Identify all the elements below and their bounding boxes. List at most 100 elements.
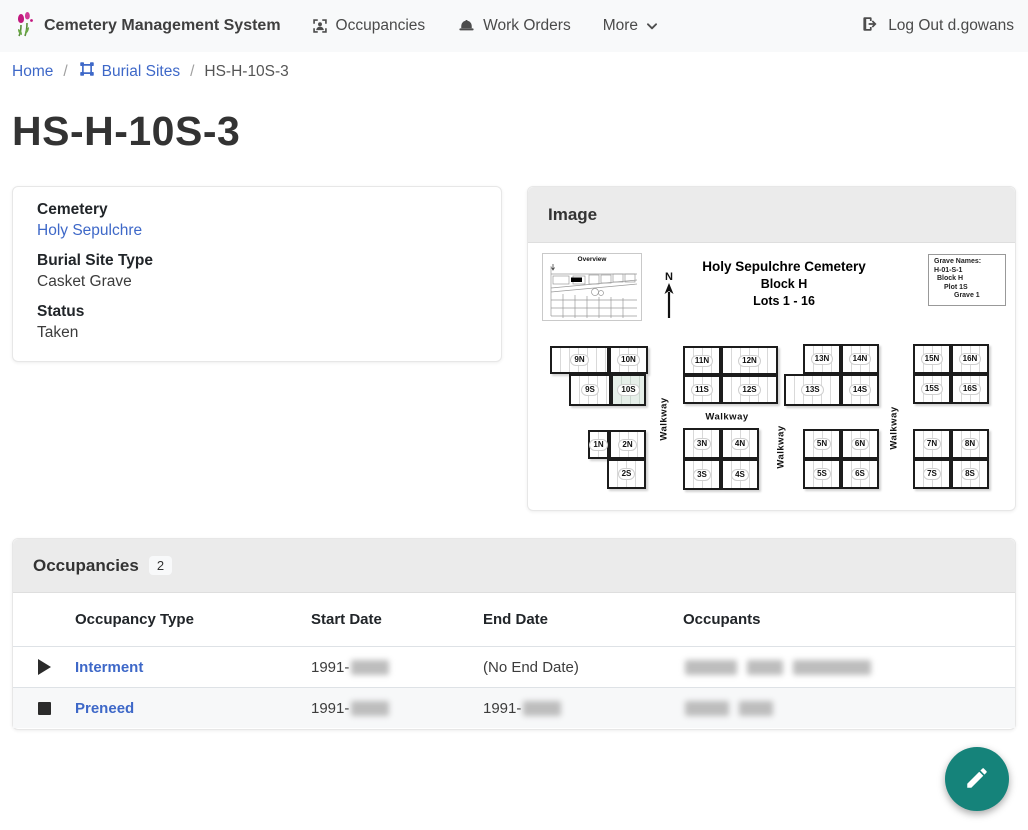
lot-label: 9N [570,354,588,366]
lot-cell-8s[interactable]: 8S [951,459,989,489]
lot-label: 2N [618,439,636,451]
col-occupancy-type: Occupancy Type [75,611,311,628]
lot-cell-3s[interactable]: 3S [683,459,721,490]
lot-cell-6n[interactable]: 6N [841,429,879,459]
lot-cell-11n[interactable]: 11N [683,346,721,375]
occupancy-type-link[interactable]: Interment [75,659,143,676]
lot-cell-13n[interactable]: 13N [803,344,841,374]
burial-site-icon [78,60,96,83]
legend-line: Block H [934,275,1000,284]
lot-label: 16N [959,353,982,365]
occupancy-type-link[interactable]: Preneed [75,700,134,717]
end-date-value: (No End Date) [483,659,683,676]
cemetery-label: Cemetery [37,201,477,219]
lot-cell-9n[interactable]: 9N [550,346,609,374]
walkway-label: Walkway [705,412,748,423]
lot-cell-10s[interactable]: 10S [611,374,646,406]
plot-map-image[interactable]: Overview N [542,251,1004,503]
occupancies-table: Occupancy Type Start Date End Date Occup… [13,593,1015,728]
logout-icon [861,15,880,38]
col-start-date: Start Date [311,611,483,628]
lot-cell-4s[interactable]: 4S [721,459,759,490]
breadcrumb-separator: / [63,63,67,81]
lot-cell-7n[interactable]: 7N [913,429,951,459]
top-navbar: Cemetery Management System Occupancies W… [0,0,1028,52]
table-header-row: Occupancy Type Start Date End Date Occup… [13,593,1015,646]
page-title: HS-H-10S-3 [12,108,240,155]
nav-item-label: More [603,17,638,35]
legend-line: Grave Names: [934,258,1000,267]
end-date-value: 1991- [483,700,683,717]
redacted-text [523,701,561,716]
app-brand[interactable]: Cemetery Management System [14,11,281,42]
lot-cell-1n[interactable]: 1N [588,430,609,459]
burial-site-details-card: Cemetery Holy Sepulchre Burial Site Type… [12,186,502,362]
lot-cell-12s[interactable]: 12S [721,375,778,404]
lot-cell-15n[interactable]: 15N [913,344,951,374]
lot-label: 3N [693,438,711,450]
lot-cell-11s[interactable]: 11S [683,375,721,404]
occupancy-row: Preneed1991-1991- [13,687,1015,728]
redacted-text [793,660,871,675]
lot-cell-7s[interactable]: 7S [913,459,951,489]
occupancies-count-badge: 2 [149,556,172,575]
breadcrumb-burial-sites-link[interactable]: Burial Sites [78,60,180,83]
lot-cell-8n[interactable]: 8N [951,429,989,459]
walkway-label: Walkway [659,397,670,440]
lot-label: 5S [813,468,831,480]
lot-cell-5n[interactable]: 5N [803,429,841,459]
cemetery-link[interactable]: Holy Sepulchre [37,222,142,239]
col-end-date: End Date [483,611,683,628]
occupancies-card: Occupancies 2 Occupancy Type Start Date … [12,538,1016,730]
map-title-line: Holy Sepulchre Cemetery [672,259,896,274]
lot-label: 5N [813,438,831,450]
logout-button[interactable]: Log Out d.gowans [861,15,1014,38]
stop-icon [38,702,51,715]
lot-cell-12n[interactable]: 12N [721,346,778,375]
lot-cell-14n[interactable]: 14N [841,344,879,374]
map-title-line: Lots 1 - 16 [672,294,896,308]
lot-cell-4n[interactable]: 4N [721,428,759,459]
lot-cell-2n[interactable]: 2N [609,430,646,459]
image-card: Image Overview [527,186,1016,511]
nav-item-work-orders[interactable]: Work Orders [457,17,571,35]
occupancies-title: Occupancies [33,556,139,576]
lot-cell-10n[interactable]: 10N [609,346,648,374]
lot-cell-3n[interactable]: 3N [683,428,721,459]
col-occupants: Occupants [683,611,1015,628]
lot-label: 14S [849,384,871,396]
start-date-value: 1991- [311,659,483,676]
lot-label: 4S [731,469,749,481]
app-title: Cemetery Management System [44,17,281,35]
lot-label: 13S [801,384,823,396]
lot-label: 12N [738,355,761,367]
lot-cell-5s[interactable]: 5S [803,459,841,489]
lot-label: 8N [961,438,979,450]
lot-label: 1N [589,439,607,451]
breadcrumb-current: HS-H-10S-3 [204,63,288,81]
nav-item-occupancies[interactable]: Occupancies [311,17,426,35]
lot-cell-15s[interactable]: 15S [913,374,951,404]
redacted-text [747,660,783,675]
lot-cell-16s[interactable]: 16S [951,374,989,404]
lot-cell-13s[interactable]: 13S [784,374,841,406]
nav-item-more[interactable]: More [603,17,659,35]
lot-label: 11S [691,384,713,396]
lot-label: 2S [618,468,636,480]
lot-cell-6s[interactable]: 6S [841,459,879,489]
lot-cell-9s[interactable]: 9S [569,374,611,406]
edit-fab-button[interactable] [945,747,1009,811]
lot-cell-16n[interactable]: 16N [951,344,989,374]
lot-label: 7S [923,468,941,480]
breadcrumb-home-link[interactable]: Home [12,63,53,81]
legend-line: H-01-S-1 [934,267,1000,276]
lot-label: 6N [851,438,869,450]
breadcrumb-separator: / [190,63,194,81]
map-title: Holy Sepulchre CemeteryBlock HLots 1 - 1… [672,259,896,308]
lot-cell-2s[interactable]: 2S [607,459,646,489]
play-icon [38,659,51,675]
walkway-label: Walkway [889,406,900,449]
pencil-icon [964,765,990,794]
occupancies-header: Occupancies 2 [13,539,1015,593]
lot-cell-14s[interactable]: 14S [841,374,879,406]
